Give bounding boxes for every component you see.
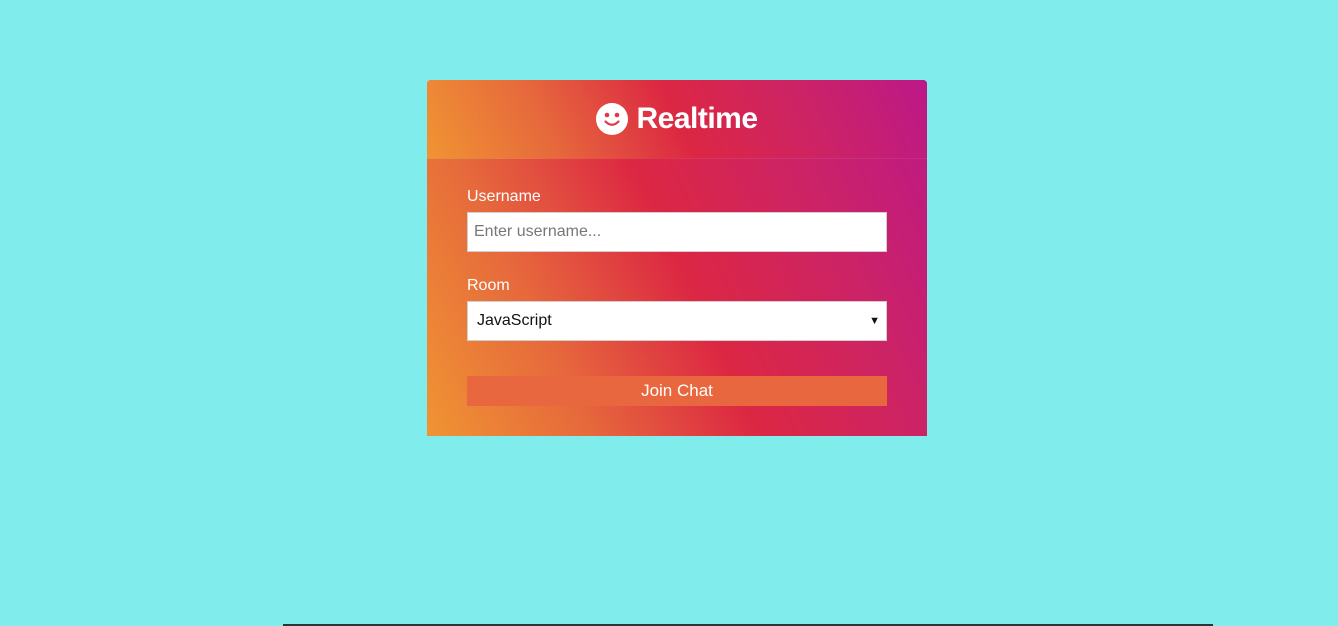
join-card: Realtime Username Room JavaScript ▼ Join…: [427, 80, 927, 436]
join-chat-button[interactable]: Join Chat: [467, 376, 887, 406]
room-label: Room: [467, 277, 510, 294]
username-field-group: Username: [467, 187, 887, 252]
username-input[interactable]: [467, 212, 887, 252]
room-select[interactable]: JavaScript ▼: [467, 301, 887, 341]
username-label: Username: [467, 188, 541, 205]
room-select-value: JavaScript: [477, 312, 552, 329]
join-form: Username Room JavaScript ▼: [467, 187, 887, 341]
brand: Realtime: [596, 102, 758, 136]
chevron-down-icon: ▼: [869, 315, 880, 327]
room-field-group: Room JavaScript ▼: [467, 276, 887, 341]
page: Realtime Username Room JavaScript ▼ Join…: [0, 0, 1338, 626]
card-header: Realtime: [427, 80, 927, 159]
app-title: Realtime: [636, 102, 758, 135]
smile-icon: [596, 103, 629, 135]
